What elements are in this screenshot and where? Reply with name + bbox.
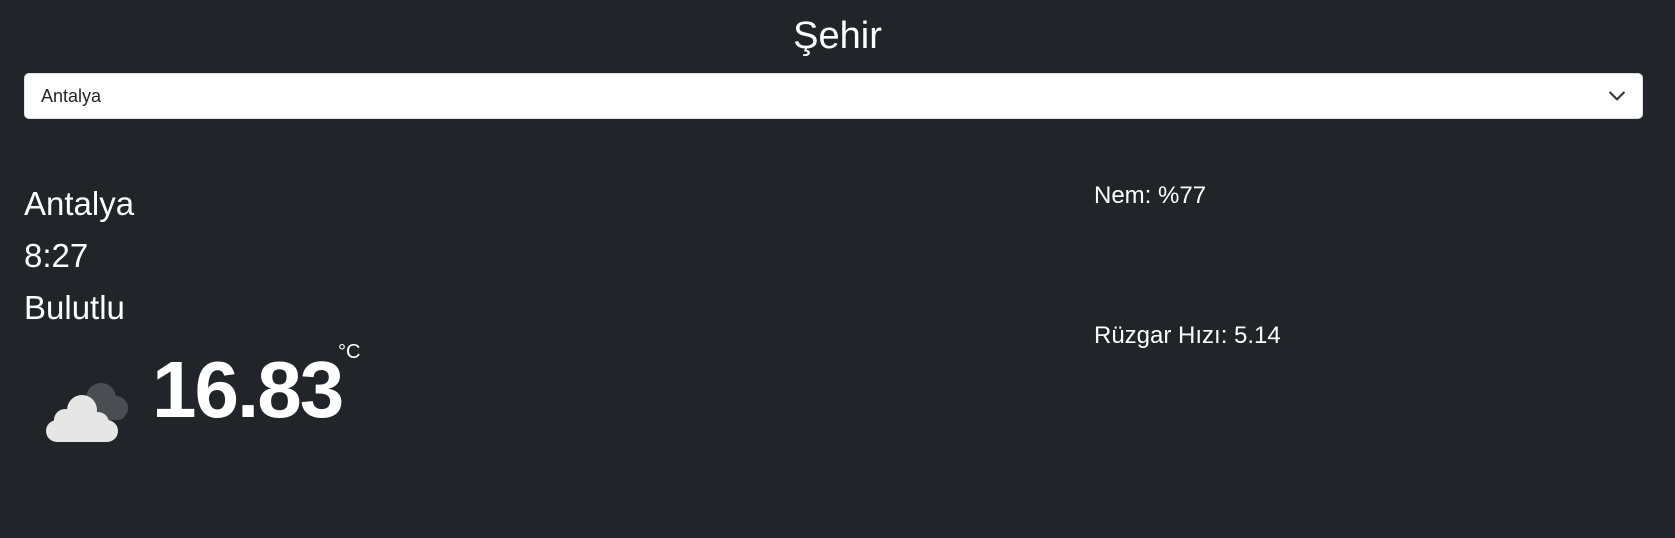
temperature-row: 16.83 °C: [24, 340, 524, 442]
temperature-value: 16.83: [152, 345, 344, 434]
city-select[interactable]: Antalya: [24, 73, 1643, 119]
page-title: Şehir: [793, 15, 882, 57]
weather-description: Bulutlu: [24, 289, 125, 326]
temperature-unit: °C: [338, 341, 361, 363]
chevron-down-icon: [1609, 91, 1625, 101]
city-name: Antalya: [24, 185, 135, 222]
wind-speed: Rüzgar Hızı: 5.14: [1094, 322, 1281, 349]
weather-summary: Antalya 8:27 Bulutlu: [24, 178, 134, 334]
local-time: 8:27: [24, 237, 89, 274]
city-select-value: Antalya: [41, 86, 102, 106]
cloud-icon: [46, 383, 128, 442]
humidity: Nem: %77: [1094, 182, 1207, 209]
